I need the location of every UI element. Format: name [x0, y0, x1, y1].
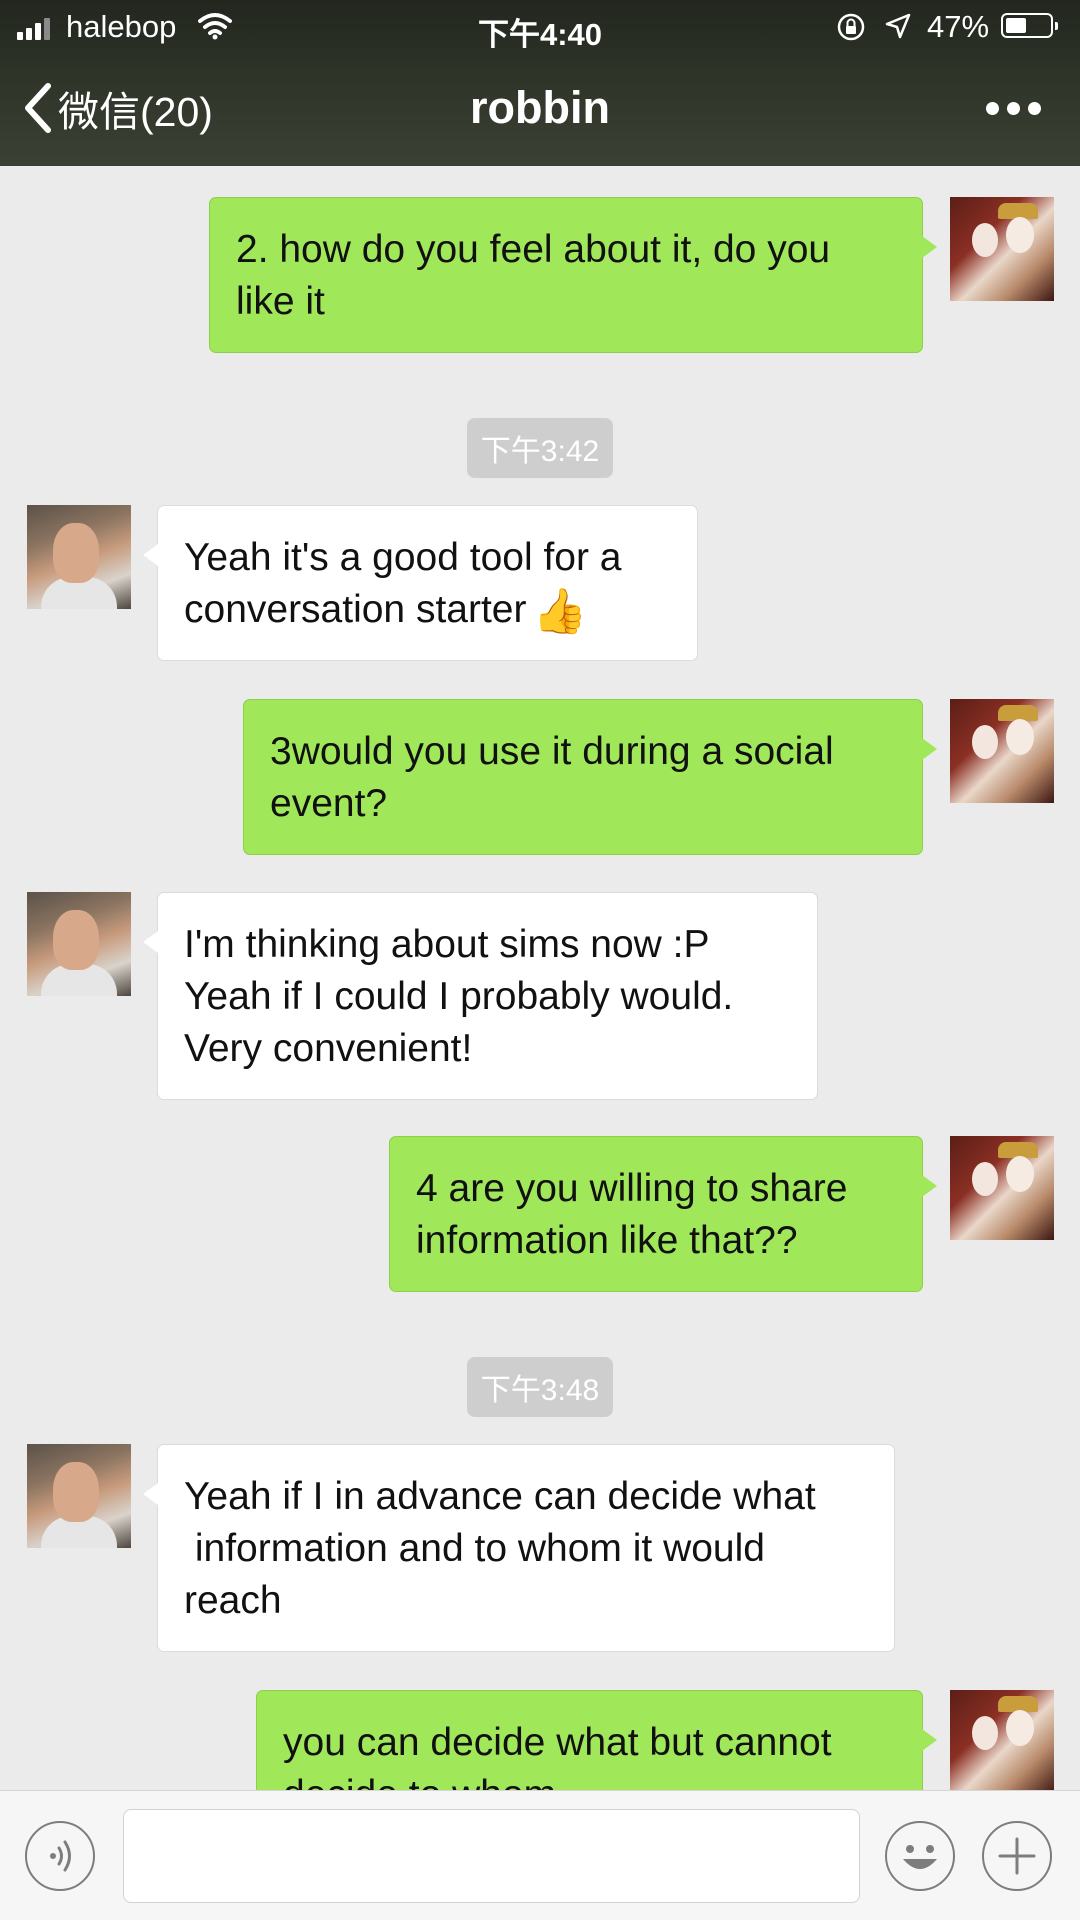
plus-button[interactable]	[982, 1821, 1052, 1891]
status-time: 下午4:40	[477, 17, 603, 52]
rotation-lock-icon	[837, 13, 865, 41]
timestamp-label: 下午3:48	[466, 1357, 614, 1417]
message-bubble-received[interactable]: Yeah if I in advance can decide what inf…	[143, 1444, 895, 1652]
my-avatar[interactable]	[950, 197, 1054, 301]
message-bubble-sent[interactable]: 4 are you willing to share information l…	[389, 1136, 937, 1292]
contact-avatar[interactable]	[27, 892, 131, 996]
battery-percent: 47%	[927, 9, 990, 44]
voice-icon	[50, 1840, 71, 1872]
my-avatar[interactable]	[950, 699, 1054, 803]
message-bubble-received[interactable]: Yeah it's a good tool for a conversation…	[143, 505, 698, 661]
voice-button[interactable]	[25, 1821, 95, 1891]
more-dots-icon[interactable]	[986, 102, 1041, 115]
nav-bar: 微信(20) robbin	[0, 54, 1080, 166]
top-bar: halebop 下午4:40 47% 微信(20) robbin	[0, 0, 1080, 166]
battery-icon	[1001, 13, 1058, 38]
timestamp-label: 下午3:42	[466, 418, 614, 478]
plus-icon	[998, 1837, 1036, 1875]
chat-area[interactable]: 2. how do you feel about it, do you like…	[0, 166, 1080, 1790]
message-input[interactable]	[123, 1809, 860, 1903]
contact-avatar[interactable]	[27, 1444, 131, 1548]
status-bar: halebop 下午4:40 47%	[0, 0, 1080, 54]
input-bar	[0, 1790, 1080, 1920]
emoji-button[interactable]	[885, 1821, 955, 1891]
chat-title: robbin	[470, 82, 610, 133]
message-bubble-sent[interactable]: you can decide what but cannot decide to…	[256, 1690, 937, 1790]
contact-avatar[interactable]	[27, 505, 131, 609]
location-icon	[885, 13, 911, 39]
emoji-icon	[903, 1845, 937, 1869]
timestamp-chip: 下午3:42	[0, 418, 1080, 478]
message-bubble-sent[interactable]: 3would you use it during a social event?	[243, 699, 937, 855]
my-avatar[interactable]	[950, 1690, 1054, 1790]
my-avatar[interactable]	[950, 1136, 1054, 1240]
thumbs-up-icon: 👍	[532, 586, 588, 636]
timestamp-chip: 下午3:48	[0, 1357, 1080, 1417]
message-bubble-received[interactable]: I'm thinking about sims now :P Yeah if I…	[143, 892, 818, 1100]
message-bubble-sent[interactable]: 2. how do you feel about it, do you like…	[209, 197, 937, 353]
